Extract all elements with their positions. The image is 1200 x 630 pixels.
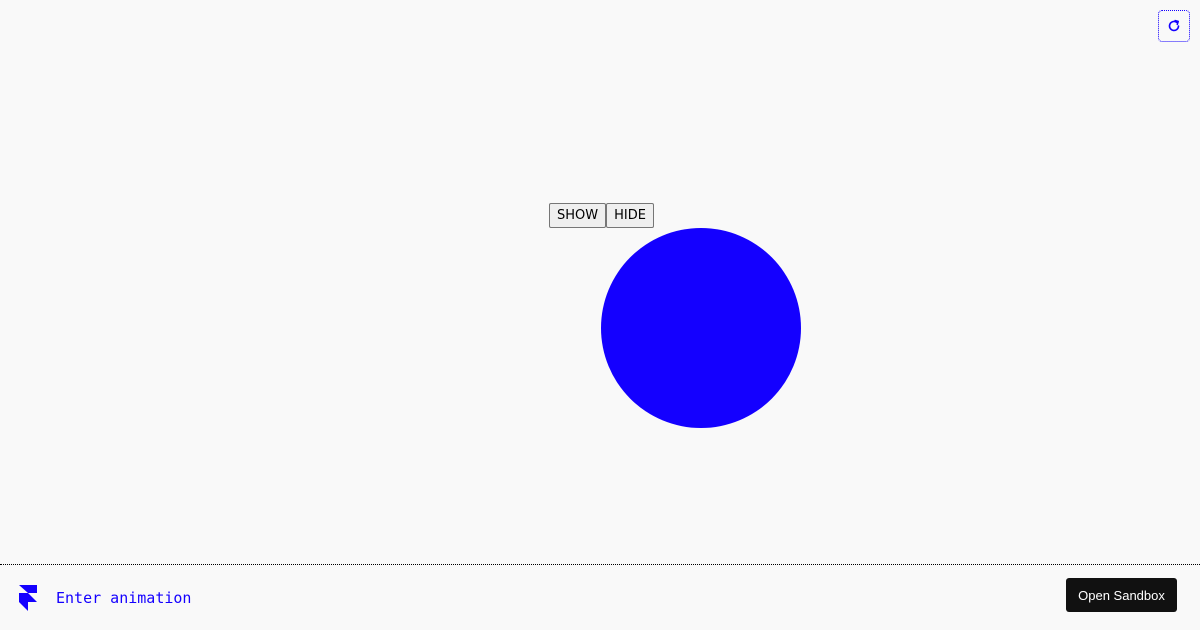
refresh-icon [1168, 19, 1180, 32]
show-button[interactable]: SHOW [549, 203, 607, 228]
framer-logo-icon [19, 585, 37, 611]
hide-button[interactable]: HIDE [606, 203, 654, 228]
open-sandbox-button[interactable]: Open Sandbox [1066, 578, 1177, 612]
animation-stage: SHOW HIDE [0, 0, 1200, 564]
reload-button[interactable] [1158, 10, 1190, 42]
animated-circle [601, 228, 801, 428]
animation-controls: SHOW HIDE [549, 203, 654, 228]
footer-bar: Enter animation Open Sandbox [0, 564, 1200, 630]
page-title: Enter animation [56, 589, 192, 607]
